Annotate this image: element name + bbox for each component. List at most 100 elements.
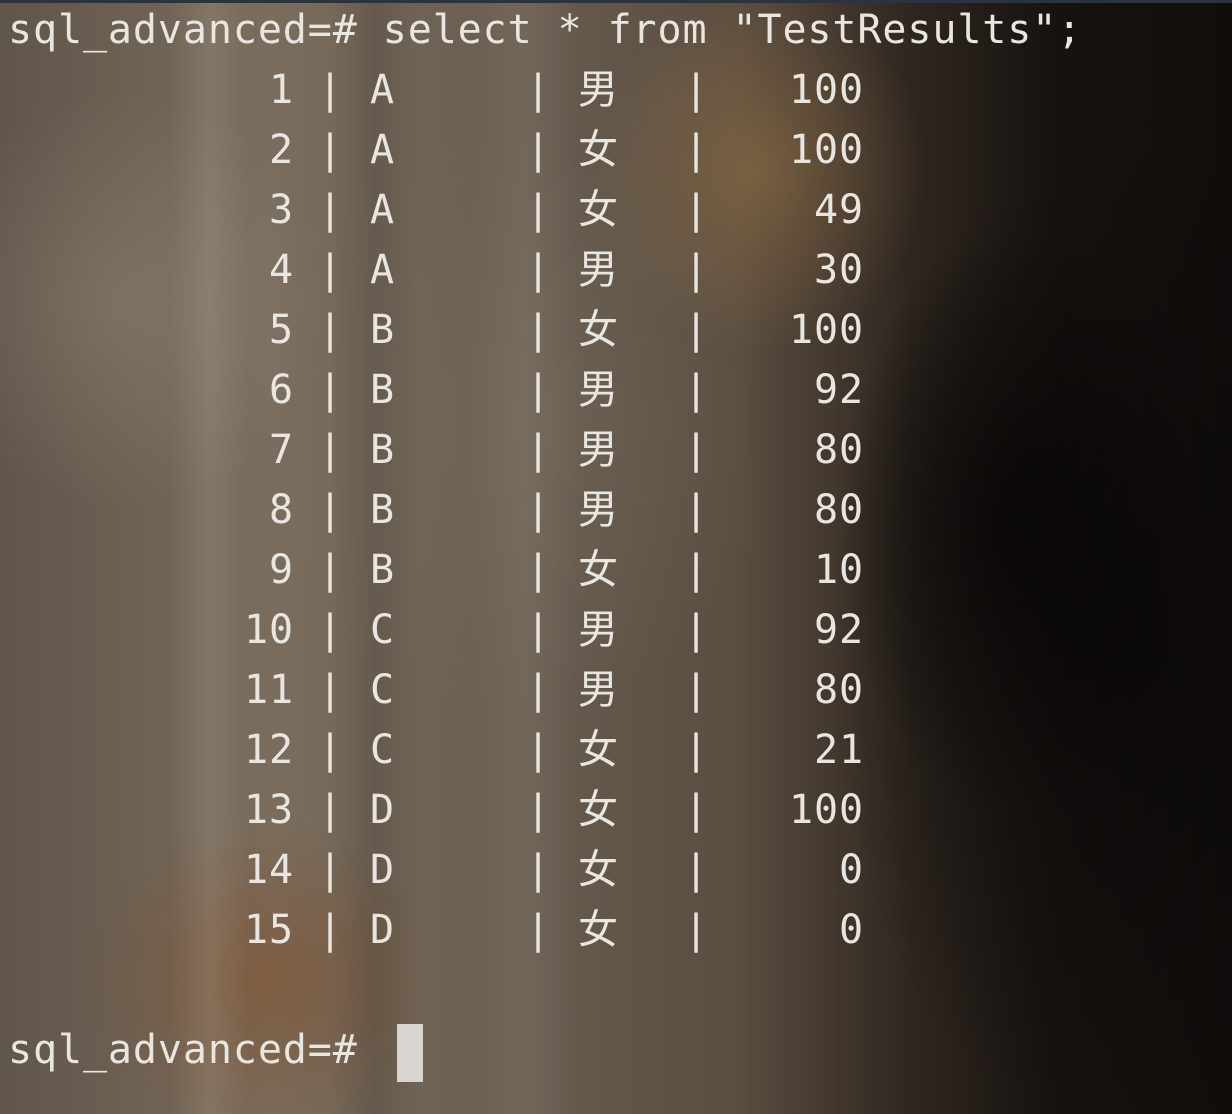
table-row: 2 | A | 女 | 100 xyxy=(0,120,900,180)
row-id-cell: 3 xyxy=(269,187,294,233)
column-separator: | xyxy=(318,787,343,833)
row-id-cell: 10 xyxy=(244,607,294,653)
column-separator: | xyxy=(526,727,551,773)
column-separator: | xyxy=(684,487,709,533)
row-id-cell: 2 xyxy=(269,127,294,173)
terminal-window[interactable]: sql_advanced=# select * from "TestResult… xyxy=(0,0,1232,1114)
column-separator: | xyxy=(684,787,709,833)
row-id-cell: 7 xyxy=(269,427,294,473)
row-sex-cell: 女 xyxy=(578,907,619,953)
column-separator: | xyxy=(526,67,551,113)
column-separator: | xyxy=(318,427,343,473)
column-separator: | xyxy=(526,427,551,473)
table-row: 12 | C | 女 | 21 xyxy=(0,720,900,780)
row-id-cell: 13 xyxy=(244,787,294,833)
column-separator: | xyxy=(684,247,709,293)
row-id-cell: 8 xyxy=(269,487,294,533)
row-sex-cell: 男 xyxy=(578,67,619,113)
text-cursor xyxy=(397,1024,423,1082)
row-group-cell: B xyxy=(370,367,395,413)
row-group-cell: A xyxy=(370,187,395,233)
column-separator: | xyxy=(526,607,551,653)
row-score-cell: 10 xyxy=(814,547,864,593)
row-sex-cell: 女 xyxy=(578,847,619,893)
table-row: 10 | C | 男 | 92 xyxy=(0,600,900,660)
row-score-cell: 30 xyxy=(814,247,864,293)
row-score-cell: 0 xyxy=(839,907,864,953)
column-separator: | xyxy=(318,367,343,413)
row-sex-cell: 男 xyxy=(578,607,619,653)
row-score-cell: 92 xyxy=(814,607,864,653)
row-sex-cell: 女 xyxy=(578,547,619,593)
table-row: 3 | A | 女 | 49 xyxy=(0,180,900,240)
row-group-cell: D xyxy=(370,787,395,833)
column-separator: | xyxy=(684,127,709,173)
command-line: sql_advanced=# select * from "TestResult… xyxy=(8,7,1083,53)
row-sex-cell: 女 xyxy=(578,727,619,773)
row-sex-cell: 女 xyxy=(578,307,619,353)
row-id-cell: 1 xyxy=(269,67,294,113)
column-separator: | xyxy=(526,487,551,533)
column-separator: | xyxy=(526,847,551,893)
column-separator: | xyxy=(684,847,709,893)
column-separator: | xyxy=(684,67,709,113)
row-id-cell: 5 xyxy=(269,307,294,353)
table-row: 9 | B | 女 | 10 xyxy=(0,540,900,600)
row-sex-cell: 女 xyxy=(578,127,619,173)
column-separator: | xyxy=(526,187,551,233)
table-row: 4 | A | 男 | 30 xyxy=(0,240,900,300)
row-score-cell: 49 xyxy=(814,187,864,233)
row-group-cell: B xyxy=(370,307,395,353)
row-id-cell: 12 xyxy=(244,727,294,773)
column-separator: | xyxy=(318,547,343,593)
row-id-cell: 4 xyxy=(269,247,294,293)
column-separator: | xyxy=(684,547,709,593)
row-group-cell: D xyxy=(370,847,395,893)
column-separator: | xyxy=(318,607,343,653)
column-separator: | xyxy=(318,67,343,113)
column-separator: | xyxy=(526,367,551,413)
column-separator: | xyxy=(318,847,343,893)
row-sex-cell: 女 xyxy=(578,187,619,233)
row-sex-cell: 男 xyxy=(578,667,619,713)
table-row: 14 | D | 女 | 0 xyxy=(0,840,900,900)
column-separator: | xyxy=(526,907,551,953)
row-id-cell: 11 xyxy=(244,667,294,713)
column-separator: | xyxy=(526,127,551,173)
row-score-cell: 80 xyxy=(814,667,864,713)
row-group-cell: A xyxy=(370,67,395,113)
row-sex-cell: 男 xyxy=(578,427,619,473)
row-group-cell: A xyxy=(370,247,395,293)
prompt-line[interactable]: sql_advanced=# xyxy=(8,1020,358,1080)
row-id-cell: 9 xyxy=(269,547,294,593)
row-score-cell: 0 xyxy=(839,847,864,893)
table-row: 15 | D | 女 | 0 xyxy=(0,900,900,960)
column-separator: | xyxy=(318,667,343,713)
column-separator: | xyxy=(526,787,551,833)
column-separator: | xyxy=(318,907,343,953)
column-separator: | xyxy=(526,247,551,293)
row-score-cell: 80 xyxy=(814,427,864,473)
row-sex-cell: 男 xyxy=(578,367,619,413)
column-separator: | xyxy=(684,607,709,653)
column-separator: | xyxy=(526,307,551,353)
prompt-text: sql_advanced=# xyxy=(8,1027,358,1073)
row-score-cell: 92 xyxy=(814,367,864,413)
column-separator: | xyxy=(684,667,709,713)
row-group-cell: C xyxy=(370,727,395,773)
table-row: 8 | B | 男 | 80 xyxy=(0,480,900,540)
column-separator: | xyxy=(318,487,343,533)
row-id-cell: 14 xyxy=(244,847,294,893)
row-score-cell: 100 xyxy=(789,127,864,173)
table-row: 13 | D | 女 | 100 xyxy=(0,780,900,840)
row-group-cell: A xyxy=(370,127,395,173)
column-separator: | xyxy=(318,307,343,353)
row-id-cell: 6 xyxy=(269,367,294,413)
row-score-cell: 100 xyxy=(789,67,864,113)
column-separator: | xyxy=(318,187,343,233)
column-separator: | xyxy=(684,367,709,413)
column-separator: | xyxy=(684,187,709,233)
row-group-cell: B xyxy=(370,427,395,473)
row-score-cell: 80 xyxy=(814,487,864,533)
column-separator: | xyxy=(684,907,709,953)
